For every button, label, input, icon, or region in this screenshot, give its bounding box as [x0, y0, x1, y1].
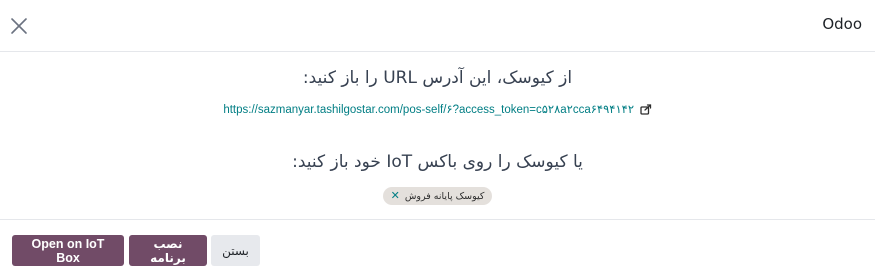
iot-tag-row: کیوسک پایانه فروش ✕ [0, 184, 875, 205]
kiosk-url-heading: از کیوسک، این آدرس URL را باز کنید: [302, 68, 573, 88]
iot-box-heading: یا کیوسک را روی باکس IoT خود باز کنید: [292, 152, 583, 172]
kiosk-url-row: https://sazmanyar.tashilgostar.com/pos-s… [0, 102, 875, 118]
dialog-body: از کیوسک، این آدرس URL را باز کنید: http… [0, 52, 875, 219]
kiosk-dialog: Odoo از کیوسک، این آدرس URL را باز کنید:… [0, 0, 875, 278]
install-app-button[interactable]: نصب برنامه [129, 235, 207, 266]
kiosk-url-link[interactable]: https://sazmanyar.tashilgostar.com/pos-s… [223, 104, 634, 116]
iot-device-tag-label: کیوسک پایانه فروش [404, 191, 485, 202]
dialog-footer: Open on IoT Box نصب برنامه بستن [0, 219, 875, 278]
open-on-iot-box-button[interactable]: Open on IoT Box [12, 235, 124, 266]
tag-remove-icon[interactable]: ✕ [391, 188, 400, 203]
dialog-title: Odoo [822, 15, 862, 33]
dialog-header: Odoo [0, 0, 875, 52]
close-icon[interactable] [8, 15, 30, 37]
close-button[interactable]: بستن [211, 235, 260, 266]
iot-device-tag: کیوسک پایانه فروش ✕ [382, 187, 493, 205]
external-link-icon[interactable] [640, 104, 652, 118]
